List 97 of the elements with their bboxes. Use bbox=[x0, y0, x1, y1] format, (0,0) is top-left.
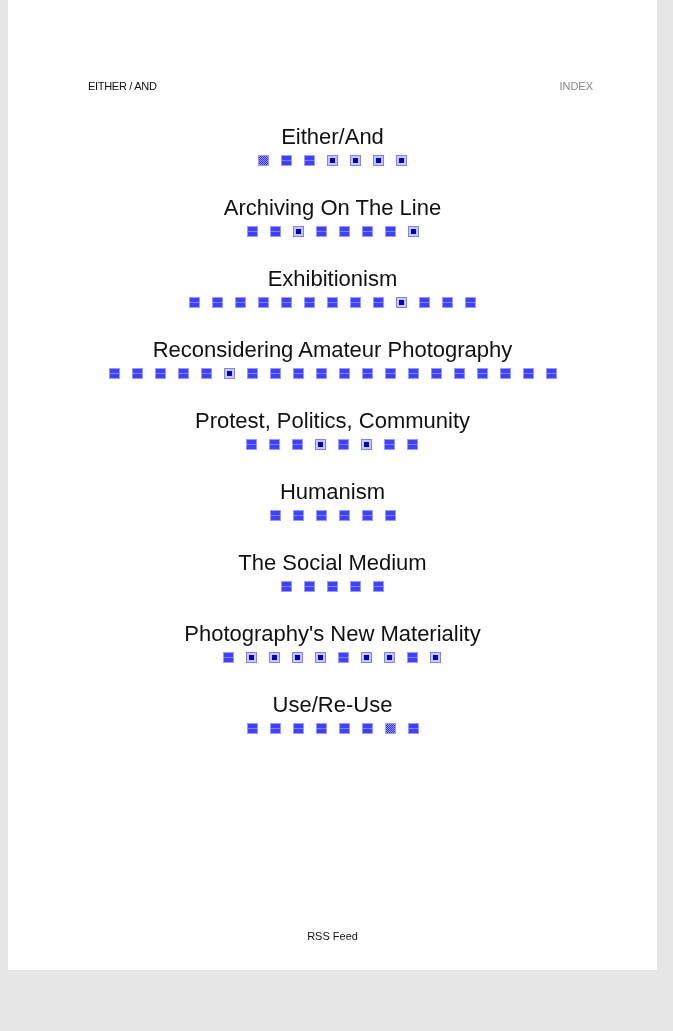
post-square-icon[interactable] bbox=[338, 439, 350, 450]
post-square-icon[interactable] bbox=[407, 723, 419, 734]
post-square-icon[interactable] bbox=[269, 723, 281, 734]
post-square-icon[interactable] bbox=[131, 368, 143, 379]
post-square-icon[interactable] bbox=[430, 368, 442, 379]
post-square-icon[interactable] bbox=[292, 723, 304, 734]
section-title[interactable]: Exhibitionism bbox=[267, 266, 398, 292]
section-title[interactable]: Protest, Politics, Community bbox=[194, 408, 471, 434]
post-square-icon[interactable] bbox=[338, 226, 350, 237]
post-square-icon[interactable] bbox=[338, 368, 350, 379]
rss-feed-link[interactable]: RSS Feed bbox=[307, 930, 358, 942]
post-square-icon[interactable] bbox=[338, 723, 350, 734]
dotted-square-icon[interactable] bbox=[396, 297, 407, 308]
post-square-icon[interactable] bbox=[522, 368, 534, 379]
post-square-icon[interactable] bbox=[384, 510, 396, 521]
post-square-icon[interactable] bbox=[235, 297, 246, 308]
dotted-square-icon[interactable] bbox=[384, 652, 396, 663]
dotted-square-icon[interactable] bbox=[430, 652, 442, 663]
post-square-icon[interactable] bbox=[269, 226, 281, 237]
post-square-icon[interactable] bbox=[269, 510, 281, 521]
dotted-square-icon[interactable] bbox=[269, 652, 281, 663]
section-title[interactable]: Humanism bbox=[279, 479, 386, 505]
post-square-icon[interactable] bbox=[442, 297, 453, 308]
section-title[interactable]: Photography's New Materiality bbox=[184, 621, 481, 647]
post-square-icon[interactable] bbox=[304, 155, 315, 166]
post-square-icon[interactable] bbox=[465, 297, 476, 308]
post-square-icon[interactable] bbox=[292, 439, 304, 450]
post-square-icon[interactable] bbox=[292, 368, 304, 379]
post-square-icon[interactable] bbox=[177, 368, 189, 379]
dotted-square-icon[interactable] bbox=[396, 155, 407, 166]
post-square-icon[interactable] bbox=[258, 297, 269, 308]
post-square-icon[interactable] bbox=[200, 368, 212, 379]
checkered-square-icon[interactable] bbox=[258, 155, 269, 166]
post-square-icon[interactable] bbox=[338, 652, 350, 663]
post-square-icon[interactable] bbox=[419, 297, 430, 308]
dotted-square-icon[interactable] bbox=[292, 652, 304, 663]
dotted-square-icon[interactable] bbox=[373, 155, 384, 166]
post-square-icon[interactable] bbox=[327, 581, 338, 592]
post-square-icon[interactable] bbox=[315, 723, 327, 734]
post-square-icon[interactable] bbox=[304, 581, 315, 592]
post-square-icon[interactable] bbox=[223, 652, 235, 663]
post-square-icon[interactable] bbox=[384, 439, 396, 450]
dotted-square-icon[interactable] bbox=[407, 226, 419, 237]
post-square-icon[interactable] bbox=[361, 723, 373, 734]
post-square-icon[interactable] bbox=[269, 368, 281, 379]
checkered-square-icon[interactable] bbox=[384, 723, 396, 734]
post-square-icon[interactable] bbox=[350, 581, 361, 592]
post-square-icon[interactable] bbox=[281, 155, 292, 166]
post-square-icon[interactable] bbox=[189, 297, 200, 308]
post-square-icon[interactable] bbox=[304, 297, 315, 308]
post-square-icon[interactable] bbox=[292, 510, 304, 521]
post-square-icon[interactable] bbox=[315, 510, 327, 521]
post-square-icon[interactable] bbox=[407, 652, 419, 663]
section-title[interactable]: Either/And bbox=[281, 124, 384, 150]
section-title[interactable]: The Social Medium bbox=[238, 550, 427, 576]
dotted-square-icon[interactable] bbox=[350, 155, 361, 166]
post-square-icon[interactable] bbox=[361, 226, 373, 237]
post-square-icon[interactable] bbox=[338, 510, 350, 521]
post-square-icon[interactable] bbox=[315, 226, 327, 237]
post-square-icon[interactable] bbox=[108, 368, 120, 379]
post-square-icon[interactable] bbox=[499, 368, 511, 379]
post-square-icon[interactable] bbox=[246, 723, 258, 734]
post-square-icon[interactable] bbox=[373, 297, 384, 308]
dotted-square-icon[interactable] bbox=[292, 226, 304, 237]
post-square-icon[interactable] bbox=[384, 368, 396, 379]
dotted-square-icon[interactable] bbox=[315, 439, 327, 450]
post-square-icon[interactable] bbox=[361, 368, 373, 379]
section-title[interactable]: Archiving On The Line bbox=[223, 195, 442, 221]
post-square-icon[interactable] bbox=[407, 439, 419, 450]
post-square-icon[interactable] bbox=[154, 368, 166, 379]
post-square-icon[interactable] bbox=[246, 226, 258, 237]
post-square-icon[interactable] bbox=[453, 368, 465, 379]
post-square-icon[interactable] bbox=[476, 368, 488, 379]
post-square-icon[interactable] bbox=[315, 368, 327, 379]
dotted-square-icon[interactable] bbox=[361, 439, 373, 450]
post-square-icon[interactable] bbox=[269, 439, 281, 450]
dotted-square-icon[interactable] bbox=[327, 155, 338, 166]
post-square-icon[interactable] bbox=[281, 297, 292, 308]
post-square-icon[interactable] bbox=[212, 297, 223, 308]
index-link[interactable]: INDEX bbox=[559, 80, 593, 92]
post-square-icon[interactable] bbox=[373, 581, 384, 592]
post-square-icon[interactable] bbox=[350, 297, 361, 308]
section-title[interactable]: Reconsidering Amateur Photography bbox=[152, 337, 513, 363]
dotted-square-icon[interactable] bbox=[361, 652, 373, 663]
site-title[interactable]: EITHER / AND bbox=[88, 80, 157, 92]
post-square-icon[interactable] bbox=[246, 368, 258, 379]
dotted-square-icon[interactable] bbox=[315, 652, 327, 663]
dotted-square-icon[interactable] bbox=[223, 368, 235, 379]
post-square-icon[interactable] bbox=[327, 297, 338, 308]
post-square-icon[interactable] bbox=[384, 226, 396, 237]
post-square-icon[interactable] bbox=[246, 439, 258, 450]
post-square-icon[interactable] bbox=[361, 510, 373, 521]
post-square-icon[interactable] bbox=[407, 368, 419, 379]
post-square-icon[interactable] bbox=[545, 368, 557, 379]
post-square-icon[interactable] bbox=[281, 581, 292, 592]
dotted-square-icon[interactable] bbox=[246, 652, 258, 663]
section-title[interactable]: Use/Re-Use bbox=[272, 692, 393, 718]
